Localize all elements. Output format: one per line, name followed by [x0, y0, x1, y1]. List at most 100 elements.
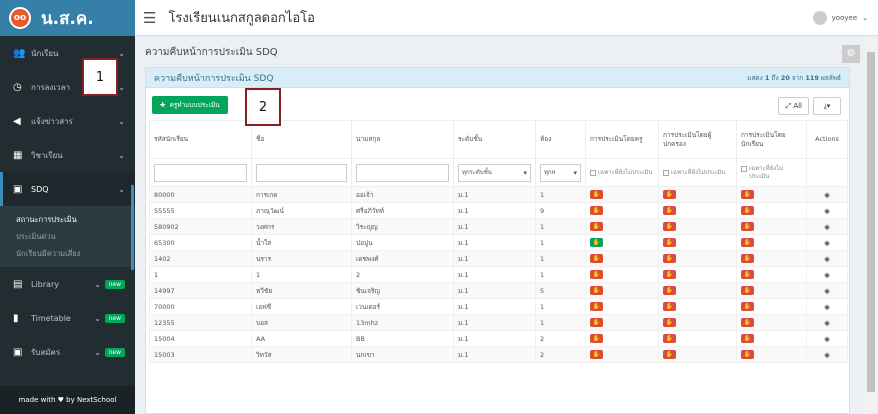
view-eye-icon[interactable]: ◉: [806, 330, 848, 347]
cell-room: 1: [535, 266, 586, 283]
sidebar-item-label: การลงเวลา: [31, 82, 71, 92]
thumbs-down-icon[interactable]: ✋: [741, 318, 754, 327]
user-menu[interactable]: yooyee ⌄: [812, 10, 868, 25]
thumbs-down-icon[interactable]: ✋: [590, 286, 603, 295]
col-header-name[interactable]: ชื่อ: [251, 120, 352, 159]
thumbs-down-icon[interactable]: ✋: [590, 302, 603, 311]
cell-room: 2: [535, 330, 586, 347]
sidebar-item-library[interactable]: ▤ Library ⌄ new: [0, 267, 135, 301]
thumbs-down-icon[interactable]: ✋: [741, 190, 754, 199]
cell-name: เอฟซี: [251, 298, 352, 315]
thumbs-down-icon[interactable]: ✋: [741, 222, 754, 231]
thumbs-down-icon[interactable]: ✋: [663, 254, 676, 263]
hamburger-menu-icon[interactable]: ☰: [143, 9, 156, 27]
submenu-item-status[interactable]: สถานะการประเมิน: [0, 211, 135, 228]
table-row: 55555 ภาณุวัฒน์ ศรีอภิวัทท์ ม.1 9 ✋ ✋ ✋ ◉: [149, 202, 848, 219]
view-eye-icon[interactable]: ◉: [806, 202, 848, 219]
thumbs-up-icon[interactable]: ✋: [590, 238, 603, 247]
sidebar-item-label: Library: [31, 279, 59, 289]
view-eye-icon[interactable]: ◉: [806, 298, 848, 315]
thumbs-down-icon[interactable]: ✋: [741, 334, 754, 343]
col-header-parent[interactable]: การประเมินโดยผู้ปกครอง: [658, 120, 737, 159]
filter-surname-input[interactable]: [356, 163, 449, 182]
export-dropdown-button[interactable]: ⤓▾: [813, 97, 841, 115]
filter-name-input[interactable]: [256, 163, 347, 182]
view-eye-icon[interactable]: ◉: [806, 218, 848, 235]
thumbs-down-icon[interactable]: ✋: [663, 206, 676, 215]
thumbs-down-icon[interactable]: ✋: [663, 286, 676, 295]
thumbs-down-icon[interactable]: ✋: [590, 334, 603, 343]
teacher-assess-button[interactable]: ✚ ครูทำแบบประเมิน: [152, 96, 228, 114]
logo[interactable]: oo น.ส.ค.: [0, 0, 135, 36]
view-eye-icon[interactable]: ◉: [806, 266, 848, 283]
cell-surname: เดชพงศ์: [351, 250, 454, 267]
cell-status: ✋: [736, 218, 807, 235]
thumbs-down-icon[interactable]: ✋: [590, 190, 603, 199]
box-header: ความคืบหน้าการประเมิน SDQ แสดง 1 ถึง 20 …: [146, 68, 849, 88]
thumbs-down-icon[interactable]: ✋: [741, 286, 754, 295]
annotation-marker-1: 1: [82, 58, 118, 96]
thumbs-down-icon[interactable]: ✋: [741, 302, 754, 311]
checkbox[interactable]: [741, 165, 747, 172]
view-eye-icon[interactable]: ◉: [806, 234, 848, 251]
thumbs-down-icon[interactable]: ✋: [741, 350, 754, 359]
thumbs-down-icon[interactable]: ✋: [663, 350, 676, 359]
cell-surname: 13mhz: [351, 314, 454, 331]
table-row: 12355 บอส 13mhz ม.1 1 ✋ ✋ ✋ ◉: [149, 314, 848, 331]
show-all-button[interactable]: ⤢ All: [778, 97, 809, 115]
thumbs-down-icon[interactable]: ✋: [663, 222, 676, 231]
view-eye-icon[interactable]: ◉: [806, 250, 848, 267]
filter-id-input[interactable]: [154, 163, 247, 182]
thumbs-down-icon[interactable]: ✋: [663, 190, 676, 199]
thumbs-down-icon[interactable]: ✋: [741, 254, 754, 263]
thumbs-down-icon[interactable]: ✋: [663, 334, 676, 343]
col-header-teacher[interactable]: การประเมินโดยครู: [585, 120, 659, 159]
sidebar-item-subjects[interactable]: ▦ วิชาเรียน ⌄: [0, 138, 135, 172]
thumbs-down-icon[interactable]: ✋: [663, 318, 676, 327]
col-header-room[interactable]: ห้อง: [535, 120, 586, 159]
page-scrollbar[interactable]: [864, 37, 878, 414]
thumbs-down-icon[interactable]: ✋: [663, 238, 676, 247]
cell-status: ✋: [736, 266, 807, 283]
submenu-item-at-risk[interactable]: นักเรียนมีความเสี่ยง: [0, 245, 135, 262]
col-header-surname[interactable]: นามสกุล: [351, 120, 454, 159]
sidebar-item-admission[interactable]: ▣ รับสมัคร ⌄ new: [0, 335, 135, 369]
col-header-student[interactable]: การประเมินโดยนักเรียน: [736, 120, 807, 159]
view-eye-icon[interactable]: ◉: [806, 282, 848, 299]
thumbs-down-icon[interactable]: ✋: [741, 238, 754, 247]
filter-room-select[interactable]: ทุกห: [540, 163, 581, 182]
sidebar-item-timetable[interactable]: ▮ Timetable ⌄ new: [0, 301, 135, 335]
col-header-id[interactable]: รหัสนักเรียน: [149, 120, 252, 159]
filter-level-select[interactable]: ทุกระดับชั้น: [458, 163, 531, 182]
checkbox[interactable]: [590, 169, 596, 176]
button-label: All: [793, 102, 802, 110]
thumbs-down-icon[interactable]: ✋: [590, 206, 603, 215]
thumbs-down-icon[interactable]: ✋: [590, 254, 603, 263]
thumbs-down-icon[interactable]: ✋: [590, 318, 603, 327]
thumbs-down-icon[interactable]: ✋: [741, 206, 754, 215]
cell-status: ✋: [736, 298, 807, 315]
filter-student-checkbox[interactable]: เฉพาะที่ยังไม่ประเมิน: [741, 165, 802, 181]
sidebar-item-news[interactable]: ◀ แจ้งข่าวสาร ⌄: [0, 104, 135, 138]
page-title: ความคืบหน้าการประเมิน SDQ: [145, 47, 278, 58]
checkbox[interactable]: [663, 169, 669, 176]
thumbs-down-icon[interactable]: ✋: [663, 302, 676, 311]
sidebar-item-sdq[interactable]: ▣ SDQ ⌄: [0, 172, 135, 206]
submenu-item-quick-assess[interactable]: ประเมินด่วน: [0, 228, 135, 245]
filter-parent-checkbox[interactable]: เฉพาะที่ยังไม่ประเมิน: [663, 169, 732, 177]
view-eye-icon[interactable]: ◉: [806, 186, 848, 203]
thumbs-down-icon[interactable]: ✋: [590, 222, 603, 231]
view-eye-icon[interactable]: ◉: [806, 346, 848, 363]
cell-status: ✋: [585, 298, 659, 315]
filter-teacher-checkbox[interactable]: เฉพาะที่ยังไม่ประเมิน: [590, 169, 654, 177]
gear-icon[interactable]: ⚙: [842, 45, 860, 63]
cell-status: ✋: [658, 266, 737, 283]
thumbs-down-icon[interactable]: ✋: [663, 270, 676, 279]
col-header-level[interactable]: ระดับชั้น: [453, 120, 536, 159]
thumbs-down-icon[interactable]: ✋: [741, 270, 754, 279]
sidebar-scrollbar[interactable]: [131, 185, 134, 270]
thumbs-down-icon[interactable]: ✋: [590, 270, 603, 279]
scrollbar-thumb[interactable]: [867, 52, 875, 392]
thumbs-down-icon[interactable]: ✋: [590, 350, 603, 359]
view-eye-icon[interactable]: ◉: [806, 314, 848, 331]
